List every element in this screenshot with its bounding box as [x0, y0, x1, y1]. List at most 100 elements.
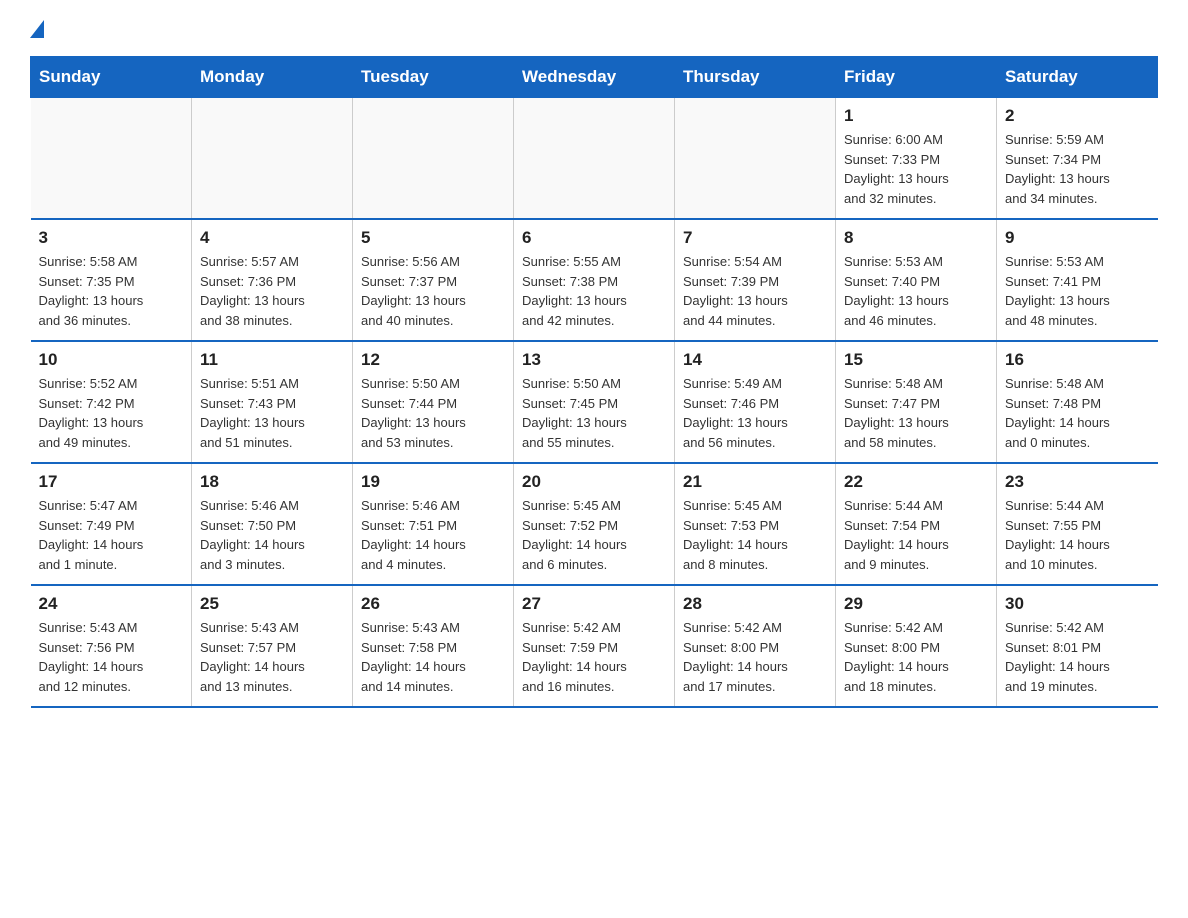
day-info: Sunrise: 5:45 AMSunset: 7:52 PMDaylight:… — [522, 496, 666, 574]
day-info: Sunrise: 5:42 AMSunset: 8:00 PMDaylight:… — [844, 618, 988, 696]
day-number: 11 — [200, 350, 344, 370]
calendar-cell: 12 Sunrise: 5:50 AMSunset: 7:44 PMDayligh… — [353, 341, 514, 463]
day-info: Sunrise: 5:46 AMSunset: 7:50 PMDaylight:… — [200, 496, 344, 574]
day-info: Sunrise: 5:48 AMSunset: 7:48 PMDaylight:… — [1005, 374, 1150, 452]
day-number: 26 — [361, 594, 505, 614]
day-number: 3 — [39, 228, 184, 248]
day-number: 12 — [361, 350, 505, 370]
day-info: Sunrise: 5:59 AMSunset: 7:34 PMDaylight:… — [1005, 130, 1150, 208]
day-number: 27 — [522, 594, 666, 614]
day-info: Sunrise: 5:44 AMSunset: 7:54 PMDaylight:… — [844, 496, 988, 574]
day-number: 14 — [683, 350, 827, 370]
weekday-header-thursday: Thursday — [675, 57, 836, 98]
day-info: Sunrise: 5:51 AMSunset: 7:43 PMDaylight:… — [200, 374, 344, 452]
day-info: Sunrise: 5:52 AMSunset: 7:42 PMDaylight:… — [39, 374, 184, 452]
calendar-cell — [192, 98, 353, 220]
calendar-cell: 13 Sunrise: 5:50 AMSunset: 7:45 PMDayligh… — [514, 341, 675, 463]
calendar-cell: 10 Sunrise: 5:52 AMSunset: 7:42 PMDayligh… — [31, 341, 192, 463]
day-info: Sunrise: 5:56 AMSunset: 7:37 PMDaylight:… — [361, 252, 505, 330]
weekday-header-friday: Friday — [836, 57, 997, 98]
day-number: 1 — [844, 106, 988, 126]
day-number: 10 — [39, 350, 184, 370]
logo-blue-text — [30, 20, 48, 40]
day-info: Sunrise: 5:42 AMSunset: 8:01 PMDaylight:… — [1005, 618, 1150, 696]
day-number: 22 — [844, 472, 988, 492]
weekday-header-monday: Monday — [192, 57, 353, 98]
calendar-cell — [353, 98, 514, 220]
day-info: Sunrise: 6:00 AMSunset: 7:33 PMDaylight:… — [844, 130, 988, 208]
day-number: 25 — [200, 594, 344, 614]
calendar-cell: 5Sunrise: 5:56 AMSunset: 7:37 PMDaylight… — [353, 219, 514, 341]
day-info: Sunrise: 5:53 AMSunset: 7:41 PMDaylight:… — [1005, 252, 1150, 330]
calendar-cell: 1 Sunrise: 6:00 AMSunset: 7:33 PMDaylight… — [836, 98, 997, 220]
calendar-cell: 28 Sunrise: 5:42 AMSunset: 8:00 PMDayligh… — [675, 585, 836, 707]
day-info: Sunrise: 5:47 AMSunset: 7:49 PMDaylight:… — [39, 496, 184, 574]
week-row-3: 10 Sunrise: 5:52 AMSunset: 7:42 PMDayligh… — [31, 341, 1158, 463]
day-number: 13 — [522, 350, 666, 370]
day-info: Sunrise: 5:50 AMSunset: 7:44 PMDaylight:… — [361, 374, 505, 452]
calendar-cell: 7 Sunrise: 5:54 AMSunset: 7:39 PMDaylight… — [675, 219, 836, 341]
calendar-cell — [675, 98, 836, 220]
day-info: Sunrise: 5:42 AMSunset: 7:59 PMDaylight:… — [522, 618, 666, 696]
calendar-cell: 23Sunrise: 5:44 AMSunset: 7:55 PMDayligh… — [997, 463, 1158, 585]
calendar-cell: 3 Sunrise: 5:58 AMSunset: 7:35 PMDaylight… — [31, 219, 192, 341]
day-info: Sunrise: 5:43 AMSunset: 7:57 PMDaylight:… — [200, 618, 344, 696]
day-number: 19 — [361, 472, 505, 492]
calendar-cell: 19 Sunrise: 5:46 AMSunset: 7:51 PMDayligh… — [353, 463, 514, 585]
logo-arrow-icon — [30, 20, 44, 38]
calendar-cell: 25 Sunrise: 5:43 AMSunset: 7:57 PMDayligh… — [192, 585, 353, 707]
day-info: Sunrise: 5:57 AMSunset: 7:36 PMDaylight:… — [200, 252, 344, 330]
calendar-cell: 18 Sunrise: 5:46 AMSunset: 7:50 PMDayligh… — [192, 463, 353, 585]
day-info: Sunrise: 5:46 AMSunset: 7:51 PMDaylight:… — [361, 496, 505, 574]
day-info: Sunrise: 5:50 AMSunset: 7:45 PMDaylight:… — [522, 374, 666, 452]
day-number: 7 — [683, 228, 827, 248]
day-info: Sunrise: 5:44 AMSunset: 7:55 PMDaylight:… — [1005, 496, 1150, 574]
weekday-header-sunday: Sunday — [31, 57, 192, 98]
day-number: 28 — [683, 594, 827, 614]
calendar-cell: 4 Sunrise: 5:57 AMSunset: 7:36 PMDaylight… — [192, 219, 353, 341]
calendar-cell: 17 Sunrise: 5:47 AMSunset: 7:49 PMDayligh… — [31, 463, 192, 585]
calendar-cell — [514, 98, 675, 220]
day-number: 17 — [39, 472, 184, 492]
day-number: 21 — [683, 472, 827, 492]
day-number: 20 — [522, 472, 666, 492]
day-info: Sunrise: 5:45 AMSunset: 7:53 PMDaylight:… — [683, 496, 827, 574]
day-info: Sunrise: 5:42 AMSunset: 8:00 PMDaylight:… — [683, 618, 827, 696]
day-info: Sunrise: 5:48 AMSunset: 7:47 PMDaylight:… — [844, 374, 988, 452]
day-number: 16 — [1005, 350, 1150, 370]
calendar-cell: 20 Sunrise: 5:45 AMSunset: 7:52 PMDayligh… — [514, 463, 675, 585]
day-info: Sunrise: 5:43 AMSunset: 7:56 PMDaylight:… — [39, 618, 184, 696]
page-header — [30, 20, 1158, 40]
calendar-cell: 8 Sunrise: 5:53 AMSunset: 7:40 PMDaylight… — [836, 219, 997, 341]
calendar-table: SundayMondayTuesdayWednesdayThursdayFrid… — [30, 56, 1158, 708]
calendar-cell: 21 Sunrise: 5:45 AMSunset: 7:53 PMDayligh… — [675, 463, 836, 585]
day-number: 8 — [844, 228, 988, 248]
calendar-cell: 30 Sunrise: 5:42 AMSunset: 8:01 PMDayligh… — [997, 585, 1158, 707]
calendar-cell: 26Sunrise: 5:43 AMSunset: 7:58 PMDayligh… — [353, 585, 514, 707]
calendar-cell: 2Sunrise: 5:59 AMSunset: 7:34 PMDaylight… — [997, 98, 1158, 220]
week-row-1: 1 Sunrise: 6:00 AMSunset: 7:33 PMDaylight… — [31, 98, 1158, 220]
calendar-cell: 9 Sunrise: 5:53 AMSunset: 7:41 PMDaylight… — [997, 219, 1158, 341]
calendar-cell: 11 Sunrise: 5:51 AMSunset: 7:43 PMDayligh… — [192, 341, 353, 463]
calendar-cell: 15Sunrise: 5:48 AMSunset: 7:47 PMDayligh… — [836, 341, 997, 463]
calendar-cell: 14 Sunrise: 5:49 AMSunset: 7:46 PMDayligh… — [675, 341, 836, 463]
day-info: Sunrise: 5:58 AMSunset: 7:35 PMDaylight:… — [39, 252, 184, 330]
day-number: 18 — [200, 472, 344, 492]
day-info: Sunrise: 5:53 AMSunset: 7:40 PMDaylight:… — [844, 252, 988, 330]
week-row-5: 24Sunrise: 5:43 AMSunset: 7:56 PMDayligh… — [31, 585, 1158, 707]
day-info: Sunrise: 5:54 AMSunset: 7:39 PMDaylight:… — [683, 252, 827, 330]
calendar-cell: 22 Sunrise: 5:44 AMSunset: 7:54 PMDayligh… — [836, 463, 997, 585]
weekday-header-saturday: Saturday — [997, 57, 1158, 98]
day-number: 9 — [1005, 228, 1150, 248]
logo — [30, 20, 48, 40]
weekday-header-wednesday: Wednesday — [514, 57, 675, 98]
week-row-4: 17 Sunrise: 5:47 AMSunset: 7:49 PMDayligh… — [31, 463, 1158, 585]
day-info: Sunrise: 5:49 AMSunset: 7:46 PMDaylight:… — [683, 374, 827, 452]
day-number: 30 — [1005, 594, 1150, 614]
weekday-header-tuesday: Tuesday — [353, 57, 514, 98]
calendar-cell: 24Sunrise: 5:43 AMSunset: 7:56 PMDayligh… — [31, 585, 192, 707]
week-row-2: 3 Sunrise: 5:58 AMSunset: 7:35 PMDaylight… — [31, 219, 1158, 341]
day-number: 4 — [200, 228, 344, 248]
calendar-cell: 16 Sunrise: 5:48 AMSunset: 7:48 PMDayligh… — [997, 341, 1158, 463]
day-number: 6 — [522, 228, 666, 248]
